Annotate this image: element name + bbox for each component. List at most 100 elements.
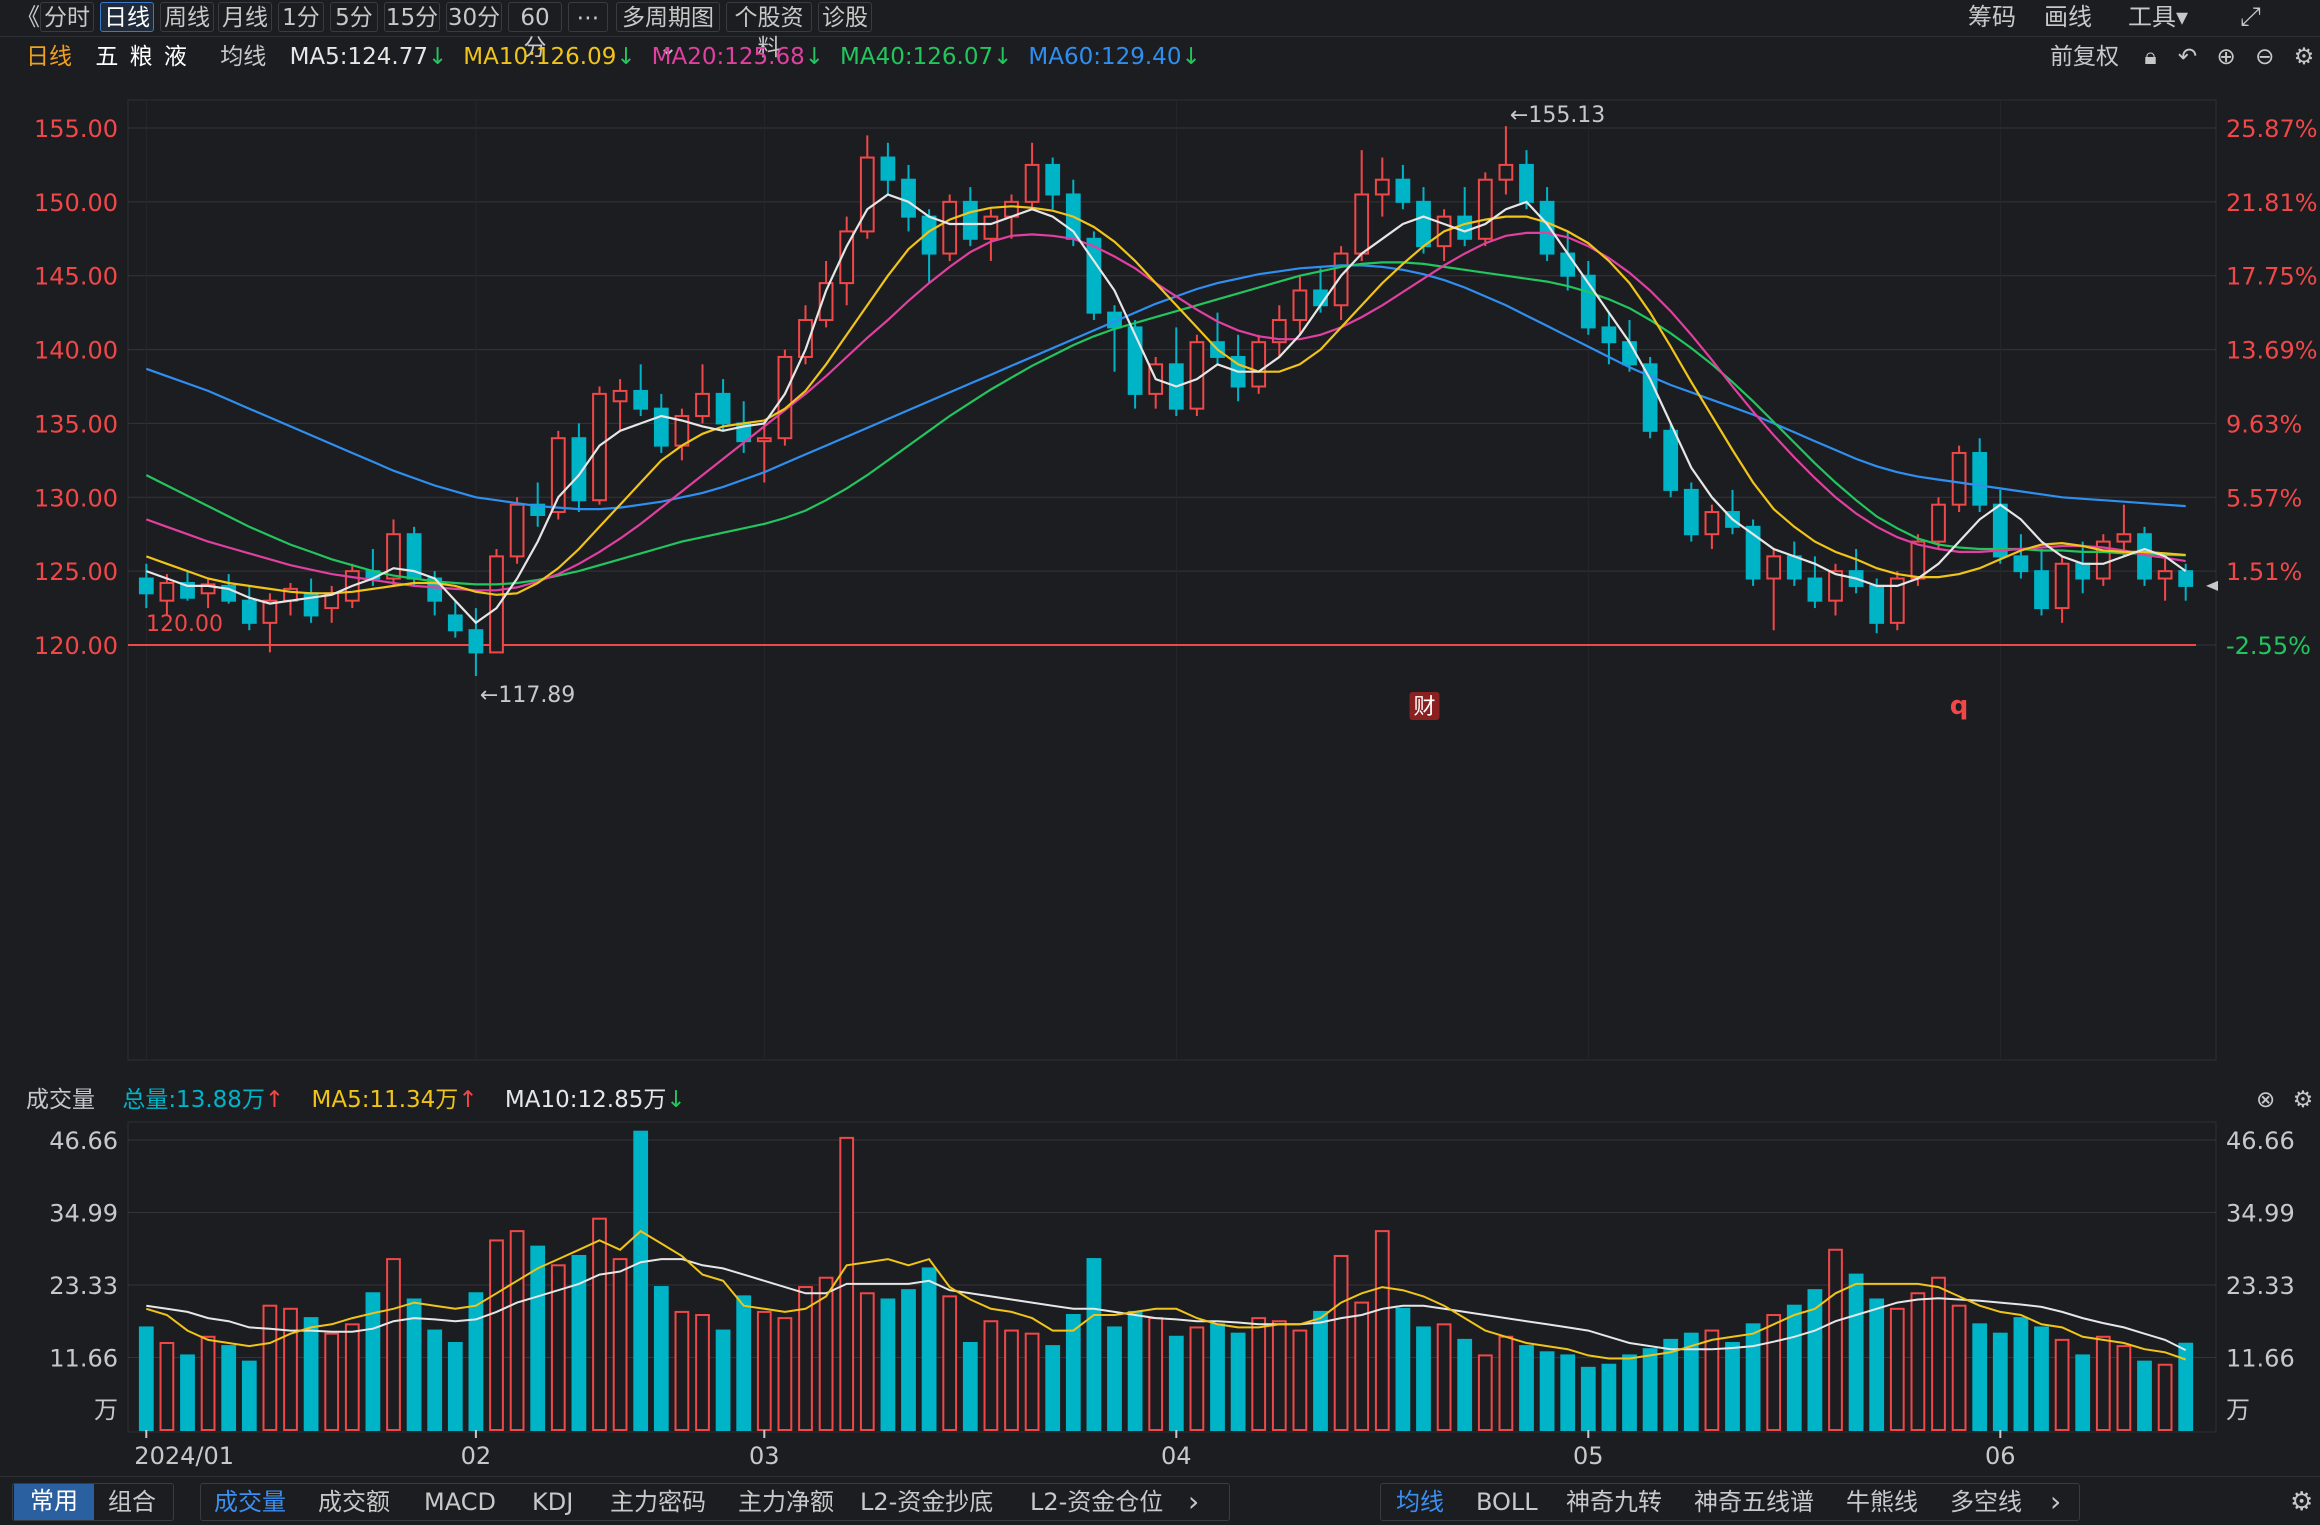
volume-bar[interactable]: [1436, 1323, 1452, 1432]
volume-bar[interactable]: [1333, 1254, 1349, 1431]
volume-bar[interactable]: [200, 1335, 216, 1431]
volume-bar[interactable]: [1580, 1366, 1596, 1432]
candle[interactable]: [2075, 541, 2091, 594]
volume-bar[interactable]: [1642, 1348, 1658, 1431]
candle[interactable]: [1107, 305, 1122, 372]
volume-bar[interactable]: [1107, 1326, 1122, 1431]
volume-bar[interactable]: [633, 1130, 649, 1432]
candle[interactable]: [818, 260, 834, 328]
finance-event-marker[interactable]: 财: [1409, 692, 1440, 720]
candle[interactable]: [942, 194, 958, 261]
candle[interactable]: [2013, 534, 2029, 579]
volume-bar[interactable]: [180, 1354, 195, 1432]
overlay-tab-2[interactable]: 神奇九转: [1566, 1485, 1662, 1519]
settings-icon[interactable]: ⚙: [2293, 1087, 2314, 1113]
volume-bar[interactable]: [2075, 1354, 2091, 1432]
volume-bar[interactable]: [159, 1341, 175, 1431]
volume-bar[interactable]: [1313, 1310, 1328, 1431]
candle[interactable]: [983, 209, 999, 261]
indicator-tab-4[interactable]: 主力密码: [610, 1485, 706, 1519]
volume-bar[interactable]: [221, 1345, 237, 1431]
next-indicators-icon[interactable]: ›: [1188, 1485, 1199, 1519]
volume-bar[interactable]: [1189, 1326, 1205, 1431]
candle[interactable]: [2034, 548, 2049, 616]
candle[interactable]: [324, 585, 340, 623]
volume-bar[interactable]: [1848, 1273, 1864, 1431]
period-tab-2[interactable]: 周线: [160, 2, 214, 32]
volume-bar[interactable]: [1210, 1323, 1225, 1432]
volume-bar[interactable]: [2137, 1360, 2152, 1431]
candle[interactable]: [1251, 334, 1267, 394]
close-icon[interactable]: ⊗: [2256, 1087, 2275, 1113]
candle[interactable]: [1457, 187, 1473, 247]
candle[interactable]: [2116, 504, 2132, 557]
volume-bar[interactable]: [1725, 1341, 1740, 1431]
volume-bar[interactable]: [1457, 1338, 1473, 1432]
candle[interactable]: [715, 379, 731, 431]
candle[interactable]: [921, 209, 937, 284]
candle[interactable]: [1766, 548, 1782, 631]
draw-line-button[interactable]: 画线: [2044, 2, 2092, 32]
volume-bar[interactable]: [653, 1286, 669, 1431]
volume-bar[interactable]: [921, 1267, 937, 1431]
volume-bar[interactable]: [1065, 1314, 1081, 1431]
undo-icon[interactable]: ↶: [2178, 44, 2197, 70]
volume-bar[interactable]: [1004, 1329, 1019, 1431]
volume-bar[interactable]: [1972, 1323, 1988, 1432]
volume-bar[interactable]: [1869, 1298, 1885, 1431]
volume-bar[interactable]: [509, 1230, 525, 1432]
period-tab-10[interactable]: 多周期图 ⌄: [616, 2, 720, 61]
volume-bar[interactable]: [386, 1258, 401, 1431]
candle[interactable]: [901, 164, 916, 232]
candle[interactable]: [1931, 497, 1946, 549]
candle[interactable]: [962, 187, 978, 247]
tab-common[interactable]: 常用: [14, 1484, 94, 1520]
volume-bar[interactable]: [2157, 1363, 2173, 1431]
volume-bar[interactable]: [447, 1341, 463, 1431]
volume-bar[interactable]: [1024, 1332, 1040, 1431]
volume-bar[interactable]: [1910, 1292, 1926, 1431]
candle[interactable]: [653, 393, 669, 453]
candle[interactable]: [1230, 334, 1246, 402]
period-tab-8[interactable]: 60分: [508, 2, 562, 61]
candle[interactable]: [2054, 556, 2070, 623]
candle[interactable]: [1519, 150, 1534, 210]
volume-bar[interactable]: [942, 1295, 958, 1431]
candle[interactable]: [241, 585, 257, 631]
volume-bar[interactable]: [1519, 1345, 1534, 1431]
q-marker[interactable]: q: [1950, 691, 1969, 721]
candle[interactable]: [839, 216, 855, 306]
volume-bar[interactable]: [344, 1323, 360, 1432]
volume-bar[interactable]: [1498, 1335, 1514, 1431]
candle[interactable]: [1889, 571, 1905, 631]
volume-bar[interactable]: [2013, 1317, 2029, 1431]
chips-button[interactable]: 筹码: [1968, 2, 2016, 32]
volume-bar[interactable]: [1292, 1329, 1308, 1431]
volume-bar[interactable]: [468, 1292, 484, 1431]
candle[interactable]: [674, 408, 690, 461]
volume-bar[interactable]: [427, 1329, 443, 1431]
candle[interactable]: [1580, 260, 1596, 335]
candle[interactable]: [1395, 164, 1411, 210]
volume-bar[interactable]: [138, 1326, 154, 1431]
adjust-mode[interactable]: 前复权: [2050, 44, 2119, 70]
candle[interactable]: [1683, 482, 1699, 542]
volume-bar[interactable]: [1354, 1301, 1370, 1431]
volume-bar[interactable]: [1951, 1304, 1967, 1432]
volume-bar[interactable]: [777, 1317, 793, 1431]
volume-bar[interactable]: [880, 1298, 896, 1431]
volume-bar[interactable]: [262, 1304, 278, 1432]
volume-bar[interactable]: [859, 1292, 875, 1431]
candle[interactable]: [1725, 489, 1740, 535]
volume-bar[interactable]: [1704, 1329, 1720, 1431]
candle[interactable]: [859, 135, 875, 239]
volume-bar[interactable]: [1086, 1258, 1102, 1431]
overlay-tab-5[interactable]: 多空线: [1950, 1485, 2022, 1519]
volume-chart[interactable]: 46.66 46.66 34.99 34.99 23.33 23.33 11.66 11.66…: [0, 1118, 2320, 1476]
price-chart[interactable]: 155.00 25.87% 150.00 21.81% 145.00 17.75% 140.…: [0, 78, 2320, 1068]
period-tab-6[interactable]: 15分: [384, 2, 440, 32]
volume-bar[interactable]: [1127, 1310, 1143, 1431]
candle[interactable]: [2095, 534, 2111, 586]
candle[interactable]: [2157, 556, 2173, 601]
candle[interactable]: [1168, 327, 1184, 417]
